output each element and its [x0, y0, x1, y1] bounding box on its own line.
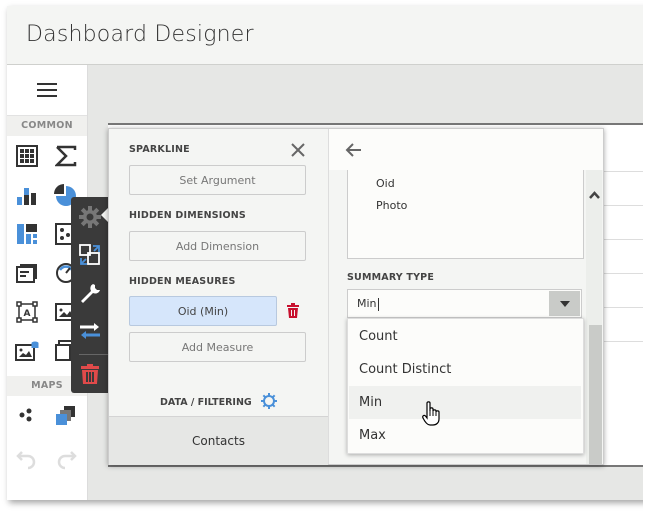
dropdown-button[interactable]	[549, 291, 580, 316]
gear-icon	[261, 393, 278, 412]
summary-type-label: SUMMARY TYPE	[347, 272, 435, 283]
card-icon[interactable]	[14, 260, 40, 286]
set-argument-button[interactable]: Set Argument	[129, 165, 306, 195]
data-filtering-link[interactable]: DATA / FILTERING	[109, 393, 328, 412]
group-label-common: COMMON	[7, 116, 87, 136]
hidden-dimensions-section-label: HIDDEN DIMENSIONS	[129, 210, 246, 221]
sparkline-section-label: SPARKLINE	[129, 144, 190, 155]
svg-text:A: A	[24, 309, 31, 319]
options-wrench-icon[interactable]	[71, 275, 109, 311]
text-box-icon[interactable]: A	[14, 299, 40, 325]
scrollbar-thumb[interactable]	[589, 325, 602, 464]
datasource-tab-contacts[interactable]: Contacts	[109, 416, 328, 465]
convert-icon[interactable]	[71, 237, 109, 273]
option-max[interactable]: Max	[349, 419, 581, 452]
vertical-scrollbar[interactable]	[586, 170, 602, 464]
chevron-down-icon	[559, 300, 570, 307]
menu-button[interactable]	[7, 65, 87, 116]
page-edge	[643, 0, 669, 515]
measure-oid-min[interactable]: Oid (Min)	[129, 296, 277, 326]
field-pane-header	[329, 129, 603, 170]
hamburger-icon	[37, 89, 57, 91]
field-list: Oid Photo	[347, 170, 584, 259]
option-count[interactable]: Count	[349, 320, 581, 353]
add-measure-button[interactable]: Add Measure	[129, 332, 306, 362]
close-icon[interactable]	[289, 141, 307, 159]
summary-type-dropdown: Count Count Distinct Min Max	[347, 318, 584, 454]
pivot-sum-icon[interactable]	[53, 143, 79, 169]
choropleth-map-icon[interactable]	[53, 403, 79, 429]
item-menu-strip	[71, 197, 109, 393]
add-dimension-button[interactable]: Add Dimension	[129, 231, 306, 261]
summary-type-value: Min	[357, 297, 377, 310]
binding-sections-pane: SPARKLINE Set Argument HIDDEN DIMENSIONS…	[109, 129, 329, 465]
back-arrow-icon[interactable]	[345, 142, 363, 158]
interactivity-icon[interactable]	[71, 313, 109, 349]
remove-measure-trash-icon[interactable]	[286, 303, 300, 319]
option-count-distinct[interactable]: Count Distinct	[349, 353, 581, 386]
hidden-measures-section-label: HIDDEN MEASURES	[129, 276, 236, 287]
hand-cursor-icon	[421, 401, 443, 427]
chart-icon[interactable]	[14, 182, 40, 208]
option-min[interactable]: Min	[349, 386, 581, 419]
menu-separator	[79, 354, 109, 355]
bound-image-icon[interactable]	[14, 338, 40, 364]
geo-point-map-icon[interactable]	[14, 403, 40, 429]
grid-icon[interactable]	[14, 143, 40, 169]
data-filtering-label: DATA / FILTERING	[159, 397, 252, 408]
app-title: Dashboard Designer	[26, 22, 254, 47]
treemap-icon[interactable]	[14, 221, 40, 247]
field-item[interactable]: Photo	[376, 199, 407, 212]
redo-icon[interactable]	[53, 446, 79, 472]
title-bar: Dashboard Designer	[7, 6, 654, 65]
summary-type-select[interactable]: Min	[347, 289, 582, 318]
chevron-up-icon[interactable]	[589, 184, 600, 199]
undo-icon[interactable]	[14, 446, 40, 472]
field-item[interactable]: Oid	[376, 177, 395, 190]
delete-trash-icon[interactable]	[71, 356, 109, 392]
text-caret	[377, 297, 379, 311]
